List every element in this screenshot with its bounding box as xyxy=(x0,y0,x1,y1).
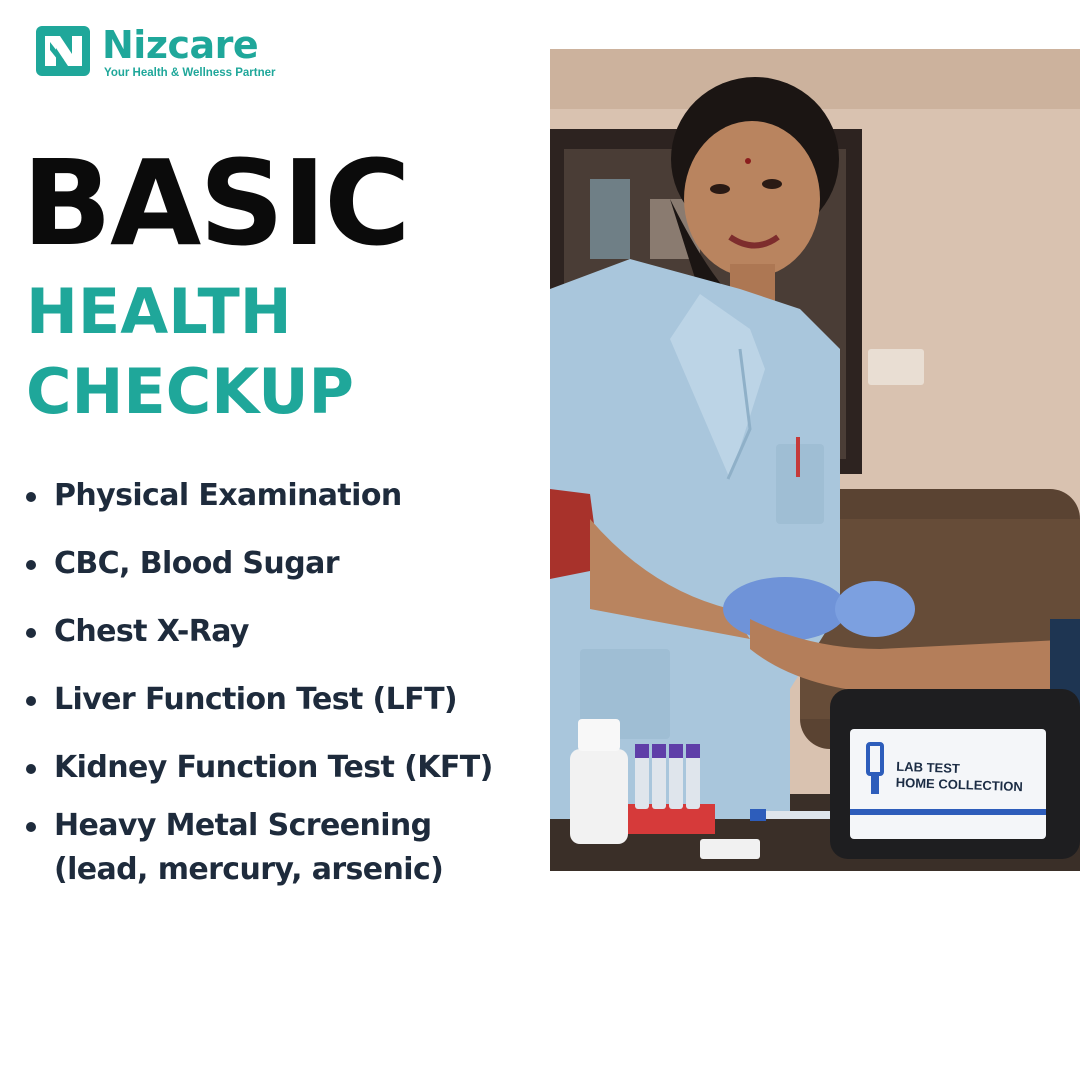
bullet-icon xyxy=(26,492,36,502)
list-item-label: Kidney Function Test (KFT) xyxy=(54,750,493,785)
bullet-icon xyxy=(26,560,36,570)
bullet-icon xyxy=(26,764,36,774)
nurse-photo: LAB TEST HOME COLLECTION xyxy=(550,49,1080,871)
list-item: CBC, Blood Sugar xyxy=(26,542,534,586)
list-item: Chest X-Ray xyxy=(26,610,534,654)
list-item-label: Chest X-Ray xyxy=(54,614,249,649)
list-item: Heavy Metal Screening (lead, mercury, ar… xyxy=(26,804,534,892)
bullet-icon xyxy=(26,696,36,706)
case-label: LAB TEST HOME COLLECTION xyxy=(895,759,1024,795)
list-item-label: CBC, Blood Sugar xyxy=(54,546,340,581)
list-item: Liver Function Test (LFT) xyxy=(26,678,534,722)
bullet-icon xyxy=(26,822,36,832)
list-item-label: Physical Examination xyxy=(54,478,402,513)
list-item: Kidney Function Test (KFT) xyxy=(26,746,534,790)
photo-illustration xyxy=(550,49,1080,871)
test-list: Physical Examination CBC, Blood Sugar Ch… xyxy=(0,0,540,1080)
list-item-label: Heavy Metal Screening (lead, mercury, ar… xyxy=(54,808,444,887)
list-item: Physical Examination xyxy=(26,474,534,518)
list-item-label: Liver Function Test (LFT) xyxy=(54,682,458,717)
bullet-icon xyxy=(26,628,36,638)
